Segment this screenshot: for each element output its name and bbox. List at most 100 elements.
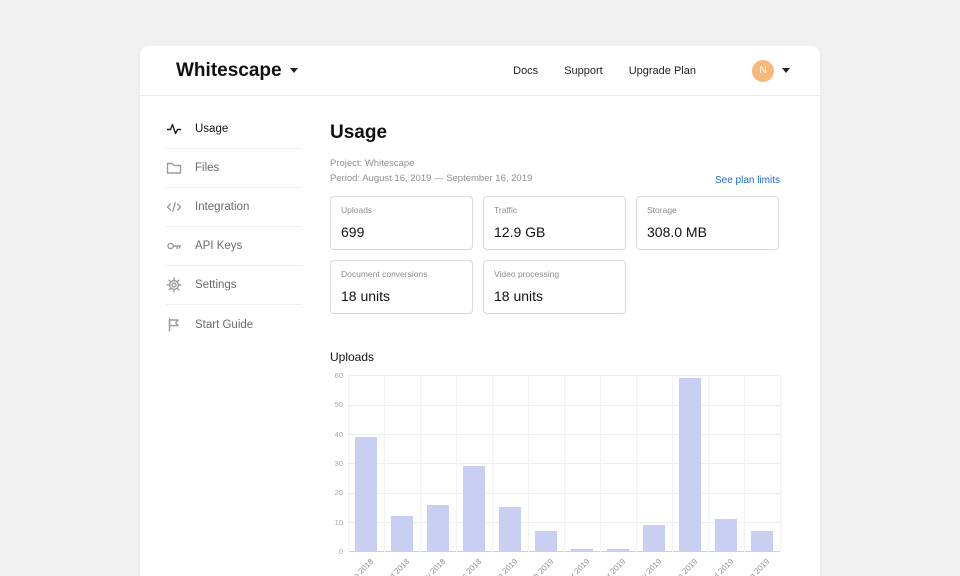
uploads-bar-chart: 0 10 20 30 40 50 60 — [330, 372, 781, 555]
y-tick-label: 50 — [334, 400, 343, 410]
sidebar: Usage Files Integration API Keys Setting… — [140, 96, 302, 576]
gridline-vertical — [780, 376, 781, 553]
x-tick-label: 1 Feb 2019 — [520, 557, 556, 576]
nav-link-upgrade-plan[interactable]: Upgrade Plan — [629, 65, 696, 77]
stat-card-uploads: Uploads 699 — [330, 196, 473, 251]
chevron-down-icon — [289, 68, 298, 73]
x-tick-label: 1 Nov 2018 — [411, 557, 448, 576]
sidebar-item-label: Usage — [195, 123, 229, 135]
content-area: Usage Files Integration API Keys Setting… — [140, 96, 820, 576]
chart-y-axis: 0 10 20 30 40 50 60 — [330, 372, 348, 555]
chart-bar — [643, 525, 665, 552]
x-tick-label: 1 Aug 2019 — [736, 557, 772, 576]
gridline-vertical — [564, 376, 565, 553]
x-tick-label: 1 Jan 2019 — [484, 557, 520, 576]
stat-value: 12.9 GB — [494, 224, 546, 241]
stat-card-traffic: Traffic 12.9 GB — [483, 196, 626, 251]
gridline-vertical — [491, 376, 493, 553]
activity-icon — [166, 123, 182, 135]
top-nav: Docs Support Upgrade Plan N — [513, 59, 790, 82]
nav-link-docs[interactable]: Docs — [513, 65, 538, 77]
chart-plot — [348, 375, 781, 553]
sidebar-item-label: API Keys — [195, 240, 243, 252]
top-bar: Whitescape Docs Support Upgrade Plan N — [140, 46, 820, 96]
x-tick-label: 1 Oct 2018 — [377, 557, 412, 576]
y-tick-label: 0 — [338, 546, 343, 556]
gear-icon — [166, 277, 182, 293]
chart-bar — [427, 504, 449, 552]
stat-card-storage: Storage 308.0 MB — [636, 196, 779, 251]
chart-bar — [679, 378, 701, 552]
code-icon — [166, 202, 182, 212]
usage-meta: Project: Whitescape Period: August 16, 2… — [330, 157, 532, 186]
account-menu[interactable]: N — [752, 59, 790, 82]
gridline-vertical — [348, 376, 349, 553]
chevron-down-icon — [782, 68, 790, 73]
stat-card-video-processing: Video processing 18 units — [483, 260, 626, 315]
x-tick-label: 1 Mar 2019 — [556, 557, 592, 576]
gridline-vertical — [744, 376, 745, 553]
workspace-switcher[interactable]: Whitescape — [176, 60, 298, 82]
stat-label: Storage — [647, 205, 677, 216]
gridline-vertical — [528, 376, 529, 553]
chart-bar — [499, 507, 521, 552]
sidebar-item-files[interactable]: Files — [166, 149, 302, 188]
chart-x-labels: 1 Sep 2018 1 Oct 2018 1 Nov 2018 1 Dec 2018… — [340, 552, 780, 576]
stat-label: Video processing — [494, 269, 560, 280]
chart-bar — [571, 548, 593, 552]
sidebar-item-label: Integration — [195, 201, 250, 213]
x-tick-label: 1 Dec 2018 — [447, 557, 484, 576]
sidebar-item-start-guide[interactable]: Start Guide — [166, 305, 302, 344]
sidebar-item-settings[interactable]: Settings — [166, 266, 302, 305]
stat-value: 699 — [341, 224, 365, 241]
chart-bar — [391, 516, 413, 552]
stat-value: 308.0 MB — [647, 224, 707, 241]
sidebar-item-label: Files — [195, 162, 220, 174]
avatar: N — [752, 59, 774, 82]
sidebar-item-label: Start Guide — [195, 318, 254, 331]
page-title: Usage — [330, 122, 388, 143]
logo-text: Whitescape — [176, 59, 282, 81]
uploads-chart-section: Uploads 0 10 20 30 40 50 60 1 Sep 2018 1 Oct 20… — [330, 350, 781, 576]
gridline-vertical — [635, 376, 637, 553]
chart-bar — [715, 519, 737, 552]
y-tick-label: 40 — [334, 429, 343, 439]
y-tick-label: 20 — [334, 488, 343, 498]
see-plan-limits-link[interactable]: See plan limits — [715, 175, 780, 186]
gridline-vertical — [419, 376, 421, 553]
x-tick-label: 1 Jun 2019 — [664, 557, 700, 576]
x-tick-label: 1 Jul 2019 — [702, 557, 736, 576]
chart-bar — [463, 466, 485, 552]
folder-icon — [166, 162, 182, 174]
sidebar-item-usage[interactable]: Usage — [166, 110, 302, 149]
chart-title: Uploads — [330, 350, 375, 365]
gridline-vertical — [383, 376, 385, 553]
sidebar-item-api-keys[interactable]: API Keys — [166, 227, 302, 266]
stat-label: Document conversions — [341, 269, 428, 280]
sidebar-item-integration[interactable]: Integration — [166, 188, 302, 227]
meta-row: Project: Whitescape Period: August 16, 2… — [330, 157, 780, 186]
sidebar-item-label: Settings — [195, 279, 237, 291]
period-line: Period: August 16, 2019 — September 16, … — [330, 172, 533, 184]
gridline-vertical — [672, 376, 673, 553]
stat-label: Traffic — [494, 205, 518, 216]
nav-link-support[interactable]: Support — [564, 65, 603, 77]
main-panel: Usage Project: Whitescape Period: August… — [302, 96, 820, 576]
chart-x-spacer — [330, 552, 348, 576]
project-line: Project: Whitescape — [330, 158, 415, 169]
chart-bar — [751, 530, 773, 552]
stat-value: 18 units — [494, 288, 544, 305]
chart-bar — [535, 530, 557, 552]
stat-cards: Uploads 699 Traffic 12.9 GB Storage 308.… — [330, 196, 780, 315]
gridline-vertical — [456, 376, 457, 553]
flag-icon — [168, 317, 179, 332]
dashboard-card: Whitescape Docs Support Upgrade Plan N U… — [140, 46, 820, 576]
key-icon — [167, 242, 182, 250]
x-tick-label: 1 Apr 2019 — [593, 557, 628, 576]
stat-value: 18 units — [341, 288, 391, 305]
stat-label: Uploads — [341, 205, 373, 216]
chart-bar — [355, 437, 377, 552]
gridline-vertical — [708, 376, 709, 553]
y-tick-label: 30 — [334, 458, 343, 468]
y-tick-label: 10 — [334, 517, 343, 527]
